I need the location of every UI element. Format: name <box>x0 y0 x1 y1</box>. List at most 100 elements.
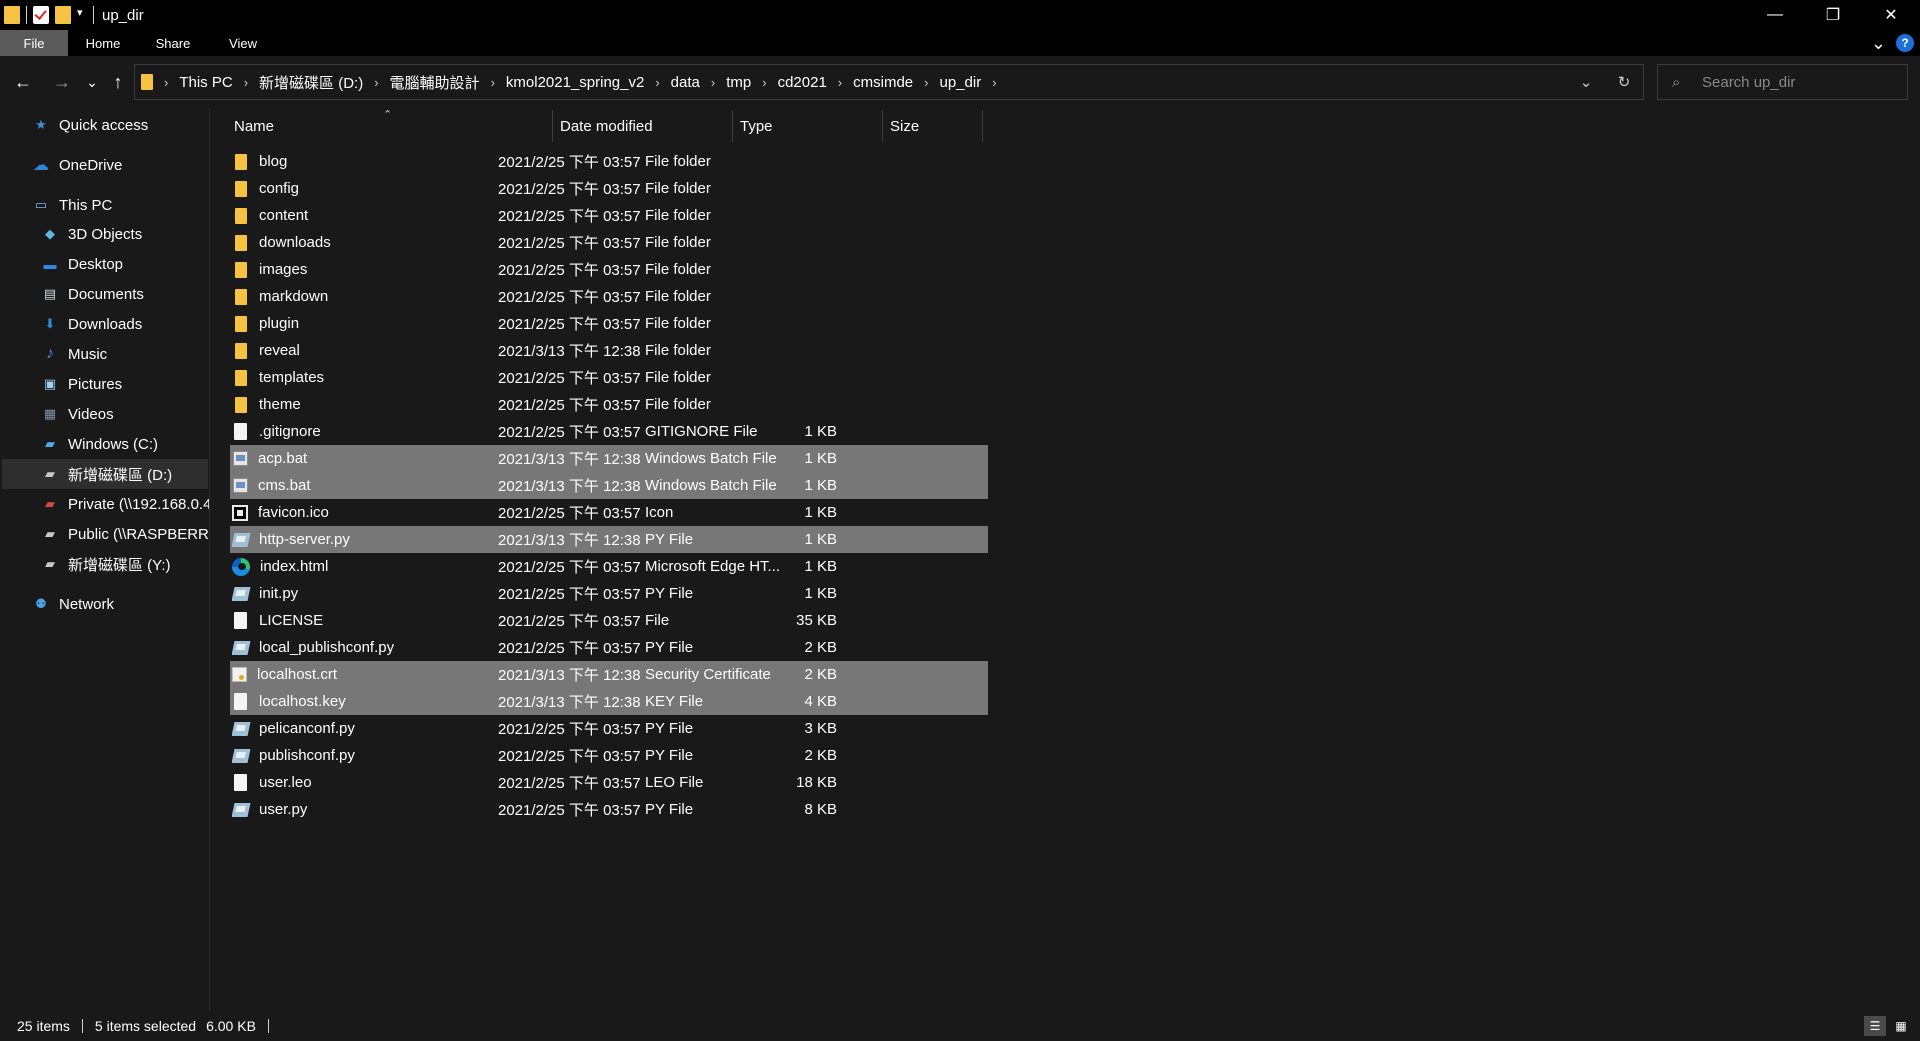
python-file-icon <box>232 532 251 547</box>
table-row[interactable]: .gitignore 2021/2/25 下午 03:57 GITIGNORE Fi… <box>230 418 988 445</box>
tab-view[interactable]: View <box>208 30 278 56</box>
table-row[interactable]: local_publishconf.py 2021/2/25 下午 03:57 PY… <box>230 634 988 661</box>
breadcrumb-separator[interactable]: › <box>486 75 500 90</box>
breadcrumb-separator[interactable]: › <box>239 75 253 90</box>
column-divider[interactable] <box>982 110 983 142</box>
address-dropdown-icon[interactable]: ⌄ <box>1567 65 1605 99</box>
breadcrumb-separator[interactable]: › <box>833 75 847 90</box>
sidebar-item-label: This PC <box>59 196 113 214</box>
sidebar-item-this-pc[interactable]: ▭ This PC <box>32 190 113 220</box>
tab-home[interactable]: Home <box>68 30 138 56</box>
sidebar-item-downloads[interactable]: ⬇ Downloads <box>41 309 143 339</box>
table-row[interactable]: user.leo 2021/2/25 下午 03:57 LEO File 18 KB <box>230 769 988 796</box>
table-row[interactable]: templates 2021/2/25 下午 03:57 File folder <box>230 364 988 391</box>
table-row[interactable]: init.py 2021/2/25 下午 03:57 PY File 1 KB <box>230 580 988 607</box>
breadcrumb-separator[interactable]: › <box>757 75 771 90</box>
table-row[interactable]: plugin 2021/2/25 下午 03:57 File folder <box>230 310 988 337</box>
column-header-type[interactable]: Type <box>740 108 880 144</box>
sidebar-item-documents[interactable]: ▤ Documents <box>41 279 144 309</box>
table-row[interactable]: pelicanconf.py 2021/2/25 下午 03:57 PY File 3… <box>230 715 988 742</box>
table-row[interactable]: http-server.py 2021/3/13 下午 12:38 PY File 1… <box>230 526 988 553</box>
forward-button[interactable]: → <box>50 70 74 94</box>
sidebar-item-drive-d[interactable]: ▰ 新增磁碟區 (D:) <box>2 459 208 489</box>
breadcrumb-up-dir[interactable]: up_dir <box>934 74 988 91</box>
refresh-icon[interactable]: ↻ <box>1605 65 1643 99</box>
table-row[interactable]: downloads 2021/2/25 下午 03:57 File folder <box>230 229 988 256</box>
breadcrumb-separator[interactable]: › <box>987 75 1001 90</box>
customize-toolbar-icon[interactable]: ▾ <box>77 6 87 24</box>
details-view-icon[interactable]: ☰ <box>1864 1016 1886 1036</box>
breadcrumb-tmp[interactable]: tmp <box>720 74 757 91</box>
breadcrumb-cmsimde[interactable]: cmsimde <box>847 74 919 91</box>
table-row[interactable]: acp.bat 2021/3/13 下午 12:38 Windows Batch F… <box>230 445 988 472</box>
file-name: theme <box>259 396 301 413</box>
table-row[interactable]: favicon.ico 2021/2/25 下午 03:57 Icon 1 KB <box>230 499 988 526</box>
table-row[interactable]: images 2021/2/25 下午 03:57 File folder <box>230 256 988 283</box>
sidebar-item-music[interactable]: ♪ Music <box>41 339 107 369</box>
breadcrumb-separator[interactable]: › <box>706 75 720 90</box>
column-divider[interactable] <box>732 110 733 142</box>
sidebar-item-network[interactable]: ⚉ Network <box>32 589 114 619</box>
sidebar-item-desktop[interactable]: ▬ Desktop <box>41 249 124 279</box>
breadcrumb-data[interactable]: data <box>665 74 706 91</box>
table-row[interactable]: cms.bat 2021/3/13 下午 12:38 Windows Batch F… <box>230 472 988 499</box>
column-divider[interactable] <box>552 110 553 142</box>
search-box[interactable]: ⌕ <box>1657 64 1908 100</box>
minimize-button[interactable]: — <box>1746 0 1804 30</box>
table-row[interactable]: publishconf.py 2021/2/25 下午 03:57 PY File 2… <box>230 742 988 769</box>
sidebar-item-3d-objects[interactable]: ◆ 3D Objects <box>41 219 142 249</box>
back-button[interactable]: ← <box>11 70 35 94</box>
recent-locations-button[interactable]: ⌄ <box>80 70 104 94</box>
status-bar: 25 items 5 items selected 6.00 KB ☰ ▦ <box>0 1011 1920 1041</box>
address-bar[interactable]: › This PC › 新增磁碟區 (D:) › 電腦輔助設計 › kmol20… <box>134 64 1644 100</box>
breadcrumb-separator[interactable]: › <box>159 75 173 90</box>
column-header-size[interactable]: Size <box>890 108 980 144</box>
column-divider[interactable] <box>882 110 883 142</box>
size-cell: 2 KB <box>804 639 837 656</box>
up-button[interactable]: ↑ <box>106 70 130 94</box>
restore-button[interactable]: ❐ <box>1804 0 1862 30</box>
search-input[interactable] <box>1702 73 1902 91</box>
table-row[interactable]: theme 2021/2/25 下午 03:57 File folder <box>230 391 988 418</box>
folder-icon <box>141 74 153 90</box>
sidebar-item-drive-y[interactable]: ▰ 新增磁碟區 (Y:) <box>41 549 171 579</box>
close-button[interactable]: ✕ <box>1862 0 1920 30</box>
sidebar-item-public-share[interactable]: ▰ Public (\\RASPBERRYPI <box>41 519 209 549</box>
table-row[interactable]: user.py 2021/2/25 下午 03:57 PY File 8 KB <box>230 796 988 823</box>
breadcrumb-this-pc[interactable]: This PC <box>173 74 238 91</box>
breadcrumb-cd2021[interactable]: cd2021 <box>772 74 833 91</box>
table-row[interactable]: LICENSE 2021/2/25 下午 03:57 File 35 KB <box>230 607 988 634</box>
sidebar-item-windows-c[interactable]: ▰ Windows (C:) <box>41 429 158 459</box>
expand-ribbon-icon[interactable]: ⌄ <box>1871 33 1886 54</box>
column-header-name[interactable]: Name <box>234 108 534 144</box>
breadcrumb-cad[interactable]: 電腦輔助設計 <box>384 72 486 93</box>
table-row[interactable]: content 2021/2/25 下午 03:57 File folder <box>230 202 988 229</box>
column-header-date-modified[interactable]: Date modified <box>560 108 730 144</box>
breadcrumb-separator[interactable]: › <box>919 75 933 90</box>
size-cell <box>765 256 837 283</box>
size-cell: 1 KB <box>804 504 837 521</box>
table-row[interactable]: config 2021/2/25 下午 03:57 File folder <box>230 175 988 202</box>
tab-file[interactable]: File <box>0 30 68 56</box>
sidebar-item-quick-access[interactable]: ★ Quick access <box>32 110 148 140</box>
sidebar-item-onedrive[interactable]: ☁ OneDrive <box>32 150 122 180</box>
breadcrumb-drive-d[interactable]: 新增磁碟區 (D:) <box>253 72 369 93</box>
table-row[interactable]: localhost.key 2021/3/13 下午 12:38 KEY File 4… <box>230 688 988 715</box>
large-icons-view-icon[interactable]: ▦ <box>1890 1016 1912 1036</box>
table-row[interactable]: blog 2021/2/25 下午 03:57 File folder <box>230 148 988 175</box>
table-row[interactable]: localhost.crt 2021/3/13 下午 12:38 Security … <box>230 661 988 688</box>
sidebar-item-videos[interactable]: ▦ Videos <box>41 399 114 429</box>
tab-share[interactable]: Share <box>138 30 208 56</box>
breadcrumb-separator[interactable]: › <box>369 75 383 90</box>
help-icon[interactable]: ? <box>1896 34 1914 52</box>
breadcrumb-kmol2021[interactable]: kmol2021_spring_v2 <box>500 74 650 91</box>
star-icon: ★ <box>35 117 47 132</box>
table-row[interactable]: index.html 2021/2/25 下午 03:57 Microsoft Ed… <box>230 553 988 580</box>
table-row[interactable]: markdown 2021/2/25 下午 03:57 File folder <box>230 283 988 310</box>
breadcrumb-separator[interactable]: › <box>650 75 664 90</box>
sidebar-item-pictures[interactable]: ▣ Pictures <box>41 369 122 399</box>
properties-icon[interactable] <box>33 6 49 24</box>
new-folder-icon[interactable] <box>55 6 71 24</box>
sidebar-item-private-share[interactable]: ▰ Private (\\192.168.0.46 <box>41 489 209 519</box>
table-row[interactable]: reveal 2021/3/13 下午 12:38 File folder <box>230 337 988 364</box>
